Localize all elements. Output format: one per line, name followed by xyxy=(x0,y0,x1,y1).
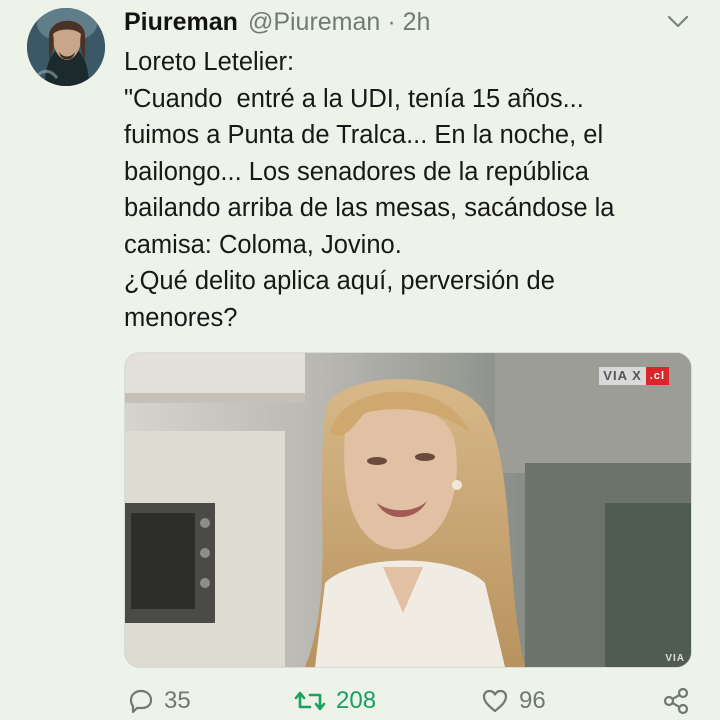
video-watermark: VIA X .cl xyxy=(599,367,669,385)
retweet-icon xyxy=(294,691,326,711)
reply-icon xyxy=(129,689,153,714)
like-button[interactable]: 96 xyxy=(481,684,546,718)
share-icon xyxy=(663,687,689,715)
reply-button[interactable]: 35 xyxy=(128,684,191,718)
video-frame xyxy=(125,353,691,667)
tweet-text: Loreto Letelier: "Cuando entré a la UDI,… xyxy=(124,44,704,336)
heart-icon xyxy=(482,689,508,713)
like-count: 96 xyxy=(519,687,546,714)
retweet-button[interactable]: 208 xyxy=(294,684,376,718)
share-button[interactable] xyxy=(662,684,690,718)
reply-count: 35 xyxy=(164,687,191,714)
tweet-text-line: bailando arriba de las mesas, sacándose … xyxy=(124,194,615,222)
tweet-timestamp[interactable]: 2h xyxy=(403,8,431,37)
retweet-count: 208 xyxy=(336,687,377,714)
tweet-actions: 35 208 96 xyxy=(124,684,694,718)
tweet-text-line: bailongo... Los senadores de la repúblic… xyxy=(124,157,589,186)
tweet-text-line: fuimos a Punta de Tralca... En la noche,… xyxy=(124,121,604,149)
tweet-media-video[interactable]: VIA X .cl VIA xyxy=(124,352,692,668)
avatar-image xyxy=(27,8,105,86)
tweet-text-line: "Cuando entré a la UDI, tenía 15 años... xyxy=(124,84,584,113)
tweet-text-line: ¿Qué delito aplica aquí, perversión de xyxy=(124,267,555,295)
tweet-text-line: Loreto Letelier: xyxy=(124,48,295,76)
author-handle[interactable]: @Piureman xyxy=(248,8,380,37)
tweet-card[interactable]: Piureman @Piureman · 2h Loreto Letelier:… xyxy=(0,0,720,720)
tweet-text-line: menores? xyxy=(124,303,238,332)
author-display-name[interactable]: Piureman xyxy=(124,8,238,37)
corner-watermark: VIA xyxy=(665,653,685,664)
tweet-text-line: camisa: Coloma, Jovino. xyxy=(124,230,402,259)
avatar[interactable] xyxy=(27,8,105,86)
chevron-down-icon[interactable] xyxy=(666,14,690,30)
watermark-domain: .cl xyxy=(645,367,669,385)
tweet-header: Piureman @Piureman · 2h xyxy=(124,8,430,38)
watermark-text: VIA X xyxy=(599,367,646,385)
separator-dot: · xyxy=(387,8,396,36)
